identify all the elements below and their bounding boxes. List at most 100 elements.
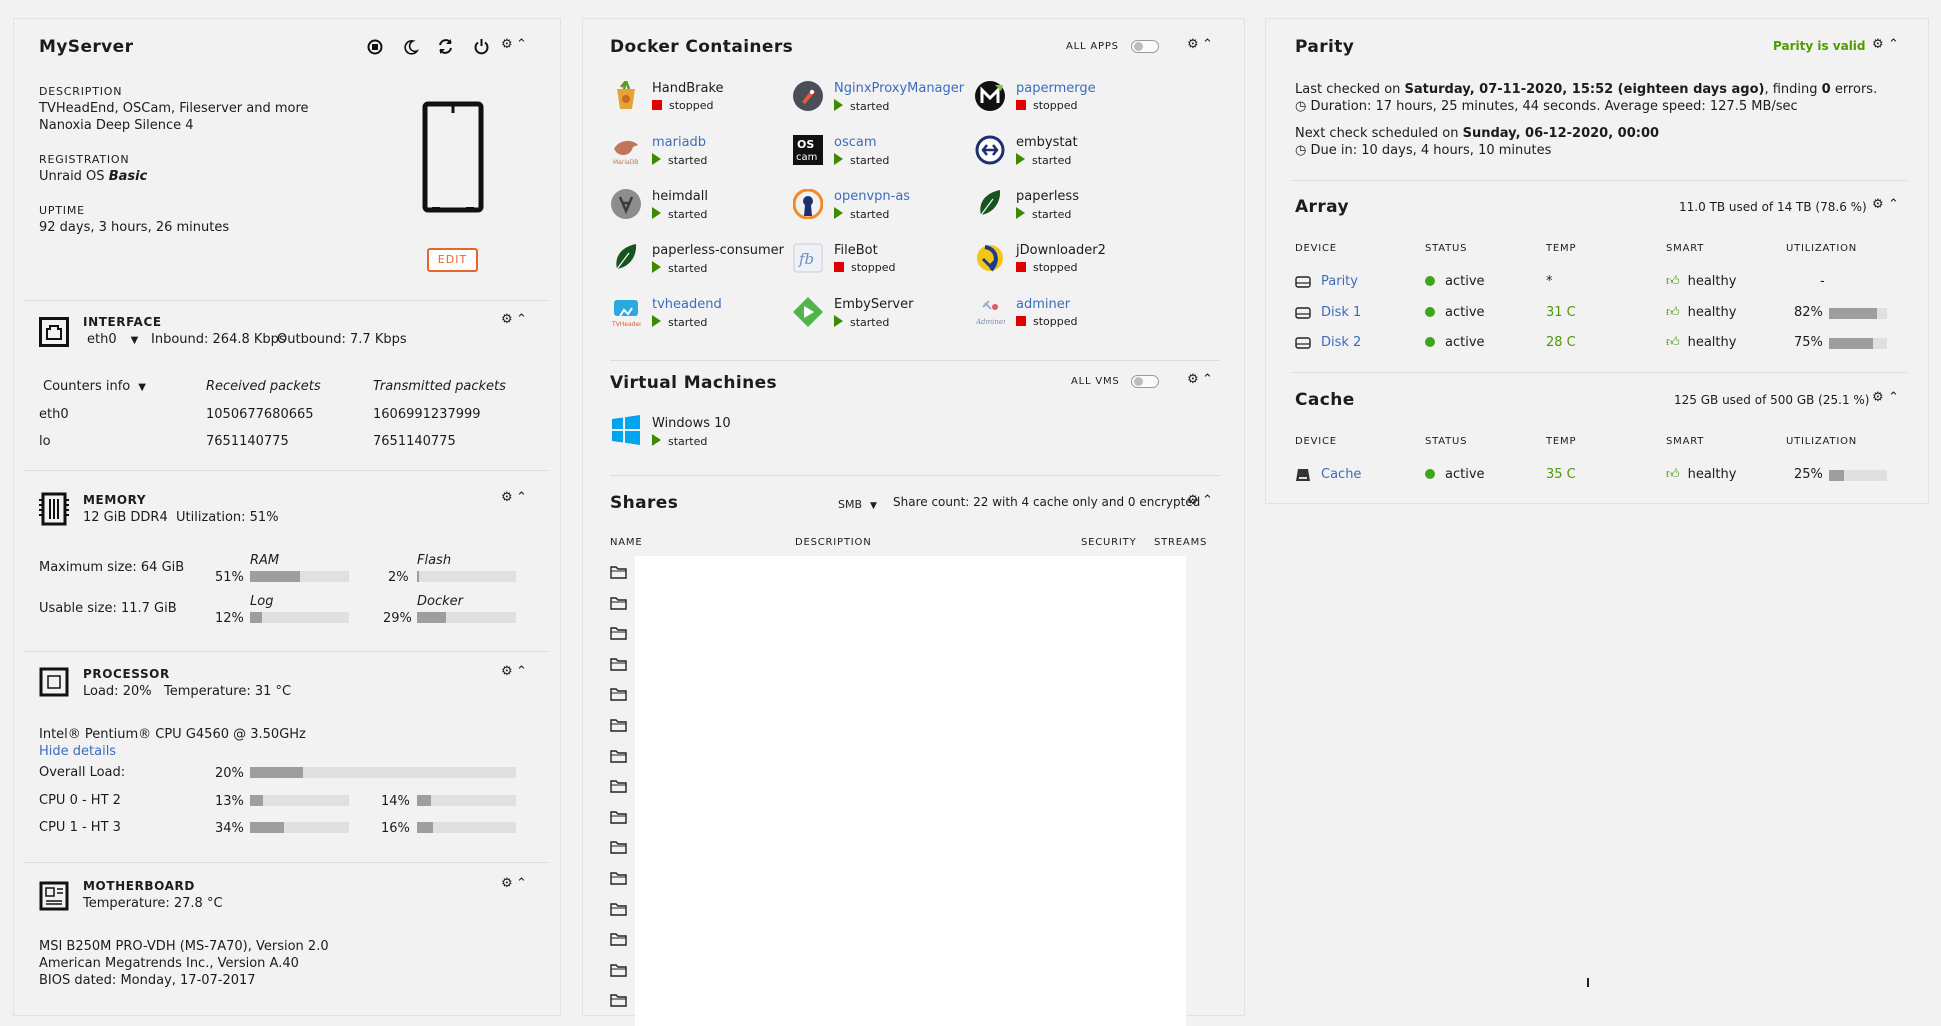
- container-item[interactable]: openvpn-as started: [792, 187, 970, 227]
- chevron-up-icon[interactable]: ⌃: [1888, 37, 1899, 52]
- container-name[interactable]: papermerge: [1016, 81, 1096, 96]
- container-item[interactable]: paperless started: [974, 187, 1152, 227]
- container-item[interactable]: heimdall started: [610, 187, 788, 227]
- gear-icon[interactable]: ⚙: [1187, 372, 1199, 387]
- folder-icon[interactable]: [610, 932, 627, 946]
- openvpn-icon[interactable]: [793, 189, 823, 219]
- shares-protocol-select[interactable]: SMB ▼: [838, 498, 877, 511]
- tvheadend-icon[interactable]: TVHeadend: [611, 297, 641, 327]
- reboot-icon[interactable]: [437, 38, 454, 59]
- stop-array-icon[interactable]: [367, 39, 383, 59]
- memory-utilization: Utilization: 51%: [176, 510, 279, 525]
- hide-details-link[interactable]: Hide details: [39, 744, 116, 759]
- interface-select[interactable]: eth0 ▼: [87, 332, 138, 347]
- folder-icon[interactable]: [610, 687, 627, 702]
- container-item[interactable]: papermerge stopped: [974, 79, 1152, 119]
- container-item[interactable]: OS cam oscam started: [792, 133, 970, 173]
- gear-icon[interactable]: ⚙: [501, 37, 513, 52]
- embystat-icon[interactable]: [975, 135, 1005, 165]
- gear-icon[interactable]: ⚙: [501, 876, 513, 891]
- heimdall-icon[interactable]: [611, 189, 641, 219]
- paperless-icon[interactable]: [975, 189, 1005, 219]
- device-temp: 31 C: [1546, 304, 1576, 320]
- folder-icon[interactable]: [610, 871, 627, 885]
- gear-icon[interactable]: ⚙: [501, 490, 513, 505]
- chevron-up-icon[interactable]: ⌃: [516, 312, 527, 327]
- gear-icon[interactable]: ⚙: [501, 312, 513, 327]
- adminer-icon[interactable]: Adminer: [975, 297, 1005, 327]
- device-link[interactable]: Cache: [1321, 467, 1361, 482]
- folder-icon[interactable]: [610, 749, 627, 763]
- folder-icon[interactable]: [610, 902, 627, 916]
- mariadb-icon[interactable]: MariaDB: [611, 135, 641, 165]
- container-name[interactable]: tvheadend: [652, 297, 722, 312]
- chevron-up-icon[interactable]: ⌃: [516, 37, 527, 52]
- flash-label: Flash: [417, 553, 452, 568]
- chevron-up-icon[interactable]: ⌃: [1888, 197, 1899, 212]
- container-item[interactable]: paperless-consumer started: [610, 241, 788, 281]
- gear-icon[interactable]: ⚙: [1187, 37, 1199, 52]
- container-name[interactable]: oscam: [834, 135, 877, 150]
- all-vms-toggle[interactable]: [1131, 375, 1159, 388]
- paperless-consumer-icon[interactable]: [611, 243, 641, 273]
- folder-icon[interactable]: [610, 626, 627, 640]
- oscam-icon[interactable]: OS cam: [793, 135, 823, 165]
- power-icon[interactable]: [473, 38, 490, 59]
- container-item[interactable]: jDownloader2 stopped: [974, 241, 1152, 281]
- container-name[interactable]: adminer: [1016, 297, 1070, 312]
- cpu0-b-pct: 14%: [381, 794, 410, 809]
- chevron-up-icon[interactable]: ⌃: [516, 490, 527, 505]
- container-item[interactable]: NginxProxyManager started: [792, 79, 970, 119]
- device-link[interactable]: Disk 2: [1321, 335, 1361, 350]
- folder-icon[interactable]: [610, 779, 627, 793]
- all-apps-toggle[interactable]: [1131, 40, 1159, 53]
- motherboard-label: MOTHERBOARD: [83, 879, 195, 893]
- edit-button[interactable]: EDIT: [427, 248, 478, 272]
- counters-select[interactable]: Counters info ▼: [43, 379, 146, 394]
- folder-icon[interactable]: [610, 810, 627, 824]
- container-item[interactable]: fb FileBot stopped: [792, 241, 970, 281]
- container-name: FileBot: [834, 243, 878, 258]
- container-name[interactable]: mariadb: [652, 135, 706, 150]
- svg-text:fb: fb: [798, 250, 814, 268]
- folder-icon[interactable]: [610, 657, 627, 671]
- device-link[interactable]: Parity: [1321, 274, 1358, 289]
- container-item[interactable]: EmbyServer started: [792, 295, 970, 335]
- emby-icon[interactable]: [793, 297, 823, 327]
- gear-icon[interactable]: ⚙: [1872, 197, 1884, 212]
- folder-icon[interactable]: [610, 596, 627, 610]
- device-temp: *: [1546, 274, 1553, 289]
- folder-icon[interactable]: [610, 718, 627, 732]
- container-item[interactable]: embystat started: [974, 133, 1152, 173]
- handbrake-icon[interactable]: [611, 81, 641, 111]
- folder-icon[interactable]: [610, 963, 627, 977]
- chevron-up-icon[interactable]: ⌃: [516, 664, 527, 679]
- gear-icon[interactable]: ⚙: [1187, 493, 1199, 508]
- folder-icon[interactable]: [610, 993, 627, 1008]
- container-item[interactable]: Adminer adminer stopped: [974, 295, 1152, 335]
- folder-icon[interactable]: [610, 565, 627, 579]
- vm-name[interactable]: Windows 10: [652, 416, 731, 431]
- sleep-icon[interactable]: [403, 39, 420, 59]
- chevron-up-icon[interactable]: ⌃: [1888, 390, 1899, 405]
- gear-icon[interactable]: ⚙: [1872, 390, 1884, 405]
- device-smart: 👍︎ healthy: [1666, 304, 1737, 320]
- container-item[interactable]: TVHeadend tvheadend started: [610, 295, 788, 335]
- jdownloader-icon[interactable]: [975, 243, 1005, 273]
- filebot-icon[interactable]: fb: [793, 243, 823, 273]
- gear-icon[interactable]: ⚙: [501, 664, 513, 679]
- container-item[interactable]: MariaDB mariadb started: [610, 133, 788, 173]
- play-icon: [834, 99, 843, 111]
- container-name[interactable]: openvpn-as: [834, 189, 910, 204]
- device-link[interactable]: Disk 1: [1321, 305, 1361, 320]
- folder-icon[interactable]: [610, 840, 627, 855]
- chevron-up-icon[interactable]: ⌃: [1202, 372, 1213, 387]
- chevron-up-icon[interactable]: ⌃: [1202, 493, 1213, 508]
- gear-icon[interactable]: ⚙: [1872, 37, 1884, 52]
- chevron-up-icon[interactable]: ⌃: [1202, 37, 1213, 52]
- nginx-proxy-manager-icon[interactable]: [793, 81, 823, 111]
- chevron-up-icon[interactable]: ⌃: [516, 876, 527, 891]
- container-item[interactable]: HandBrake stopped: [610, 79, 788, 119]
- papermerge-icon[interactable]: [975, 81, 1005, 111]
- container-name[interactable]: NginxProxyManager: [834, 81, 964, 96]
